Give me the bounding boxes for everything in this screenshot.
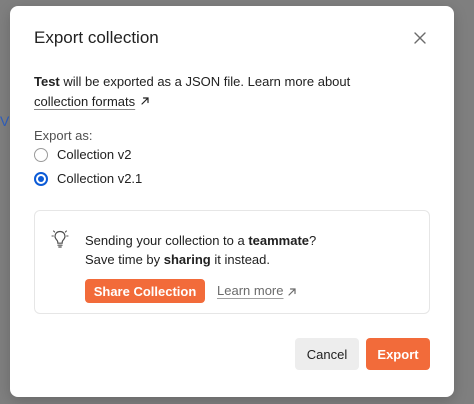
share-collection-button[interactable]: Share Collection bbox=[85, 279, 205, 303]
tip-line1-prefix: Sending your collection to a bbox=[85, 233, 249, 248]
export-collection-dialog: Export collection Test will be exported … bbox=[10, 6, 454, 397]
export-description: Test will be exported as a JSON file. Le… bbox=[34, 72, 424, 112]
radio-button-selected[interactable] bbox=[34, 171, 48, 186]
share-tip-text: Sending your collection to a teammate? S… bbox=[85, 231, 316, 269]
tip-line1-bold: teammate bbox=[248, 233, 310, 248]
tip-line2-bold: sharing bbox=[163, 252, 211, 267]
external-link-icon bbox=[288, 288, 296, 296]
radio-collection-v2[interactable]: Collection v2 bbox=[34, 147, 131, 162]
tip-line2-prefix: Save time by bbox=[85, 252, 164, 267]
export-button[interactable]: Export bbox=[366, 338, 430, 370]
export-as-label: Export as: bbox=[34, 128, 93, 143]
share-tip-panel: Sending your collection to a teammate? S… bbox=[34, 210, 430, 314]
description-text: will be exported as a JSON file. Learn m… bbox=[59, 74, 351, 89]
tip-line2-suffix: it instead. bbox=[210, 252, 270, 267]
radio-label: Collection v2.1 bbox=[57, 171, 143, 186]
background-text-fragment: V bbox=[0, 113, 10, 129]
external-link-icon bbox=[141, 97, 149, 105]
close-button[interactable] bbox=[412, 30, 428, 46]
close-icon bbox=[414, 32, 426, 44]
learn-more-link[interactable]: Learn more bbox=[217, 283, 283, 298]
radio-button[interactable] bbox=[34, 147, 48, 162]
lightbulb-icon bbox=[51, 230, 69, 248]
cancel-button[interactable]: Cancel bbox=[295, 338, 359, 370]
collection-name: Test bbox=[34, 74, 60, 89]
dialog-title: Export collection bbox=[34, 28, 159, 47]
radio-collection-v2-1[interactable]: Collection v2.1 bbox=[34, 171, 142, 186]
radio-label: Collection v2 bbox=[57, 147, 132, 162]
tip-line1-suffix: ? bbox=[309, 233, 317, 248]
collection-formats-link[interactable]: collection formats bbox=[34, 94, 135, 109]
